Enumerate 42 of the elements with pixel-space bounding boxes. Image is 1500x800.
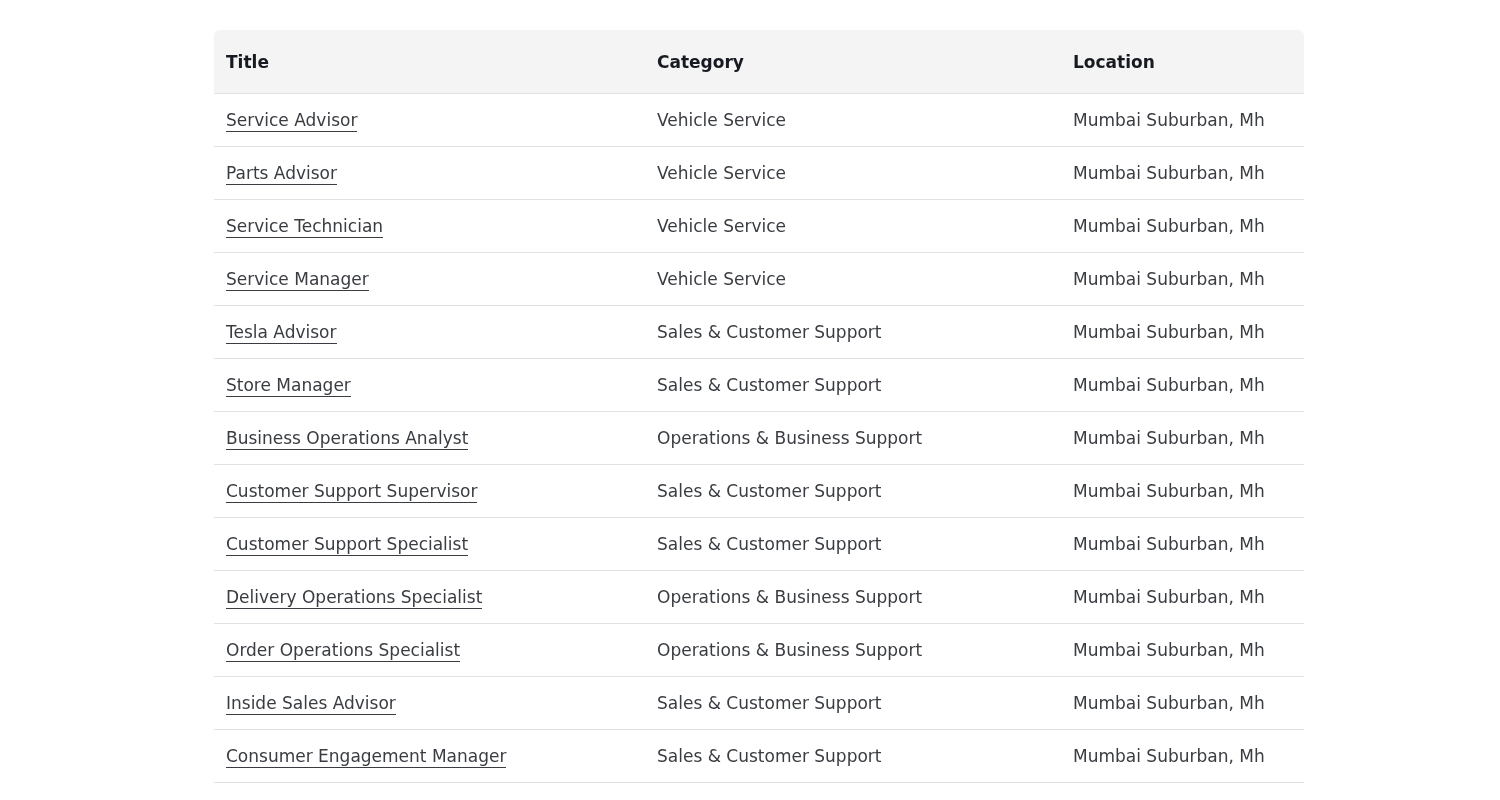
location-text: Mumbai Suburban, Mh [1073,587,1265,607]
location-text: Mumbai Suburban, Mh [1073,375,1265,395]
job-title-link[interactable]: Store Manager [226,375,351,397]
location-text: Mumbai Suburban, Mh [1073,428,1265,448]
category-text: Sales & Customer Support [657,534,882,554]
location-text: Mumbai Suburban, Mh [1073,322,1265,342]
location-text: Mumbai Suburban, Mh [1073,693,1265,713]
location-text: Mumbai Suburban, Mh [1073,534,1265,554]
category-text: Operations & Business Support [657,587,923,607]
category-text: Sales & Customer Support [657,375,882,395]
job-title-link[interactable]: Customer Support Specialist [226,534,469,556]
location-text: Mumbai Suburban, Mh [1073,269,1265,289]
job-title-link[interactable]: Inside Sales Advisor [226,693,396,715]
category-text: Vehicle Service [657,110,787,130]
location-text: Mumbai Suburban, Mh [1073,163,1265,183]
category-text: Sales & Customer Support [657,746,882,766]
category-text: Operations & Business Support [657,428,923,448]
job-title-link[interactable]: Service Advisor [226,110,358,132]
column-header: Title [214,30,645,94]
job-title-link[interactable]: Business Operations Analyst [226,428,469,450]
category-text: Vehicle Service [657,216,787,236]
job-title-link[interactable]: Service Manager [226,269,369,291]
job-title-link[interactable]: Customer Support Supervisor [226,481,478,503]
job-title-link[interactable]: Service Technician [226,216,384,238]
job-title-link[interactable]: Tesla Advisor [226,322,337,344]
job-title-link[interactable]: Order Operations Specialist [226,640,461,662]
column-header: Category [645,30,1061,94]
category-text: Sales & Customer Support [657,481,882,501]
job-title-link[interactable]: Parts Advisor [226,163,337,185]
category-text: Sales & Customer Support [657,322,882,342]
category-text: Sales & Customer Support [657,693,882,713]
job-title-link[interactable]: Delivery Operations Specialist [226,587,483,609]
location-text: Mumbai Suburban, Mh [1073,481,1265,501]
location-text: Mumbai Suburban, Mh [1073,110,1265,130]
location-text: Mumbai Suburban, Mh [1073,746,1265,766]
location-text: Mumbai Suburban, Mh [1073,216,1265,236]
category-text: Vehicle Service [657,163,787,183]
location-text: Mumbai Suburban, Mh [1073,640,1265,660]
category-text: Vehicle Service [657,269,787,289]
category-text: Operations & Business Support [657,640,923,660]
job-title-link[interactable]: Consumer Engagement Manager [226,746,507,768]
column-header: Location [1061,30,1304,94]
